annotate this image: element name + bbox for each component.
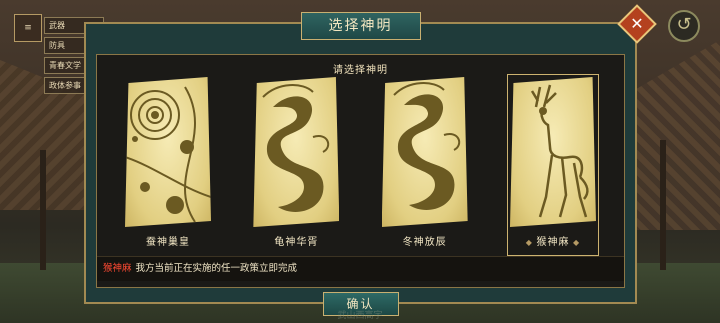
bottom-hint: 武山西高宇 — [337, 311, 383, 321]
dialog-title: 选择神明 — [300, 12, 421, 40]
dragon-icon — [381, 77, 468, 227]
back-arrow-icon: ↺ — [676, 14, 692, 35]
menu-logo-icon[interactable]: ≡ — [14, 14, 42, 42]
deity-description: 猴神麻 我方当前正在实施的任一政策立即完成 — [97, 256, 624, 281]
deity-card[interactable]: 冬神放辰 — [381, 77, 468, 253]
select-prompt: 请选择神明 — [333, 65, 388, 76]
deco-left-icon: ◆ — [525, 238, 537, 247]
post — [40, 150, 46, 270]
planets-icon — [125, 77, 211, 227]
post — [660, 140, 666, 270]
deity-card[interactable]: 蚕神巢皇 — [125, 77, 211, 253]
close-button[interactable]: ✕ — [617, 4, 657, 44]
description-deity-name: 猴神麻 — [103, 263, 132, 274]
deity-card-name: ◆ 猴神麻 ◆ — [510, 233, 596, 248]
deity-card-name: 蚕神巢皇 — [146, 237, 190, 248]
deity-card-label: 猴神麻 — [536, 237, 570, 248]
dragon-icon — [253, 77, 340, 227]
deity-card-name: 冬神放辰 — [402, 237, 447, 248]
deity-card-name: 龟神华胥 — [274, 237, 319, 248]
deer-icon — [509, 77, 596, 227]
deity-card-list: 蚕神巢皇 龟神华胥 冬神放辰 ◆ 猴神麻 ◆ — [125, 77, 596, 253]
dialog-body: 请选择神明 蚕神巢皇 龟神华胥 冬神放辰 ◆ 猴神麻 ◆ 猴神麻 我方当前正在实… — [96, 54, 625, 288]
deco-right-icon: ◆ — [569, 238, 581, 247]
close-icon: ✕ — [630, 14, 644, 33]
deity-card-selected[interactable]: ◆ 猴神麻 ◆ — [509, 77, 596, 253]
back-button[interactable]: ↺ — [668, 10, 700, 42]
deity-card[interactable]: 龟神华胥 — [253, 77, 340, 253]
select-deity-dialog: 选择神明 ✕ 请选择神明 蚕神巢皇 龟神华胥 冬神放辰 ◆ 猴神麻 ◆ 猴神麻 … — [84, 4, 657, 316]
description-text: 我方当前正在实施的任一政策立即完成 — [135, 263, 298, 274]
